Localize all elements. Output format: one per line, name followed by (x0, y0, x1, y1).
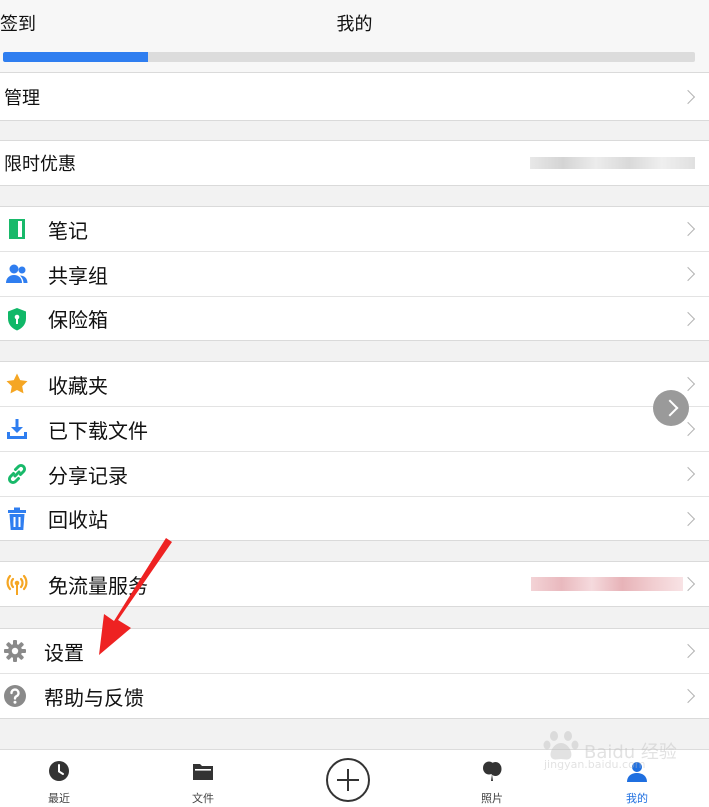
tab-label: 我的 (626, 792, 648, 805)
photo-balloon-icon (483, 761, 502, 781)
clock-icon (49, 761, 69, 781)
tab-label: 最近 (48, 792, 70, 805)
watermark-subtext: jingyan.baidu.com (544, 758, 646, 771)
tab-label: 照片 (481, 792, 503, 805)
tab-recent[interactable]: 最近 (19, 750, 99, 807)
page: 签到 我的 管理 限时优惠 笔记 共享组 保险箱 收藏夹 已下载文件 分享记录 … (0, 0, 709, 807)
tab-files[interactable]: 文件 (163, 750, 243, 807)
baidu-watermark: Baidu 经验 jingyan.baidu.com (540, 728, 700, 778)
add-button[interactable] (326, 758, 370, 802)
tab-photos[interactable]: 照片 (452, 750, 532, 807)
annotation-arrow-icon (99, 538, 172, 655)
tab-label: 文件 (192, 792, 214, 805)
folder-icon (193, 764, 213, 780)
paw-logo-icon (543, 731, 579, 760)
